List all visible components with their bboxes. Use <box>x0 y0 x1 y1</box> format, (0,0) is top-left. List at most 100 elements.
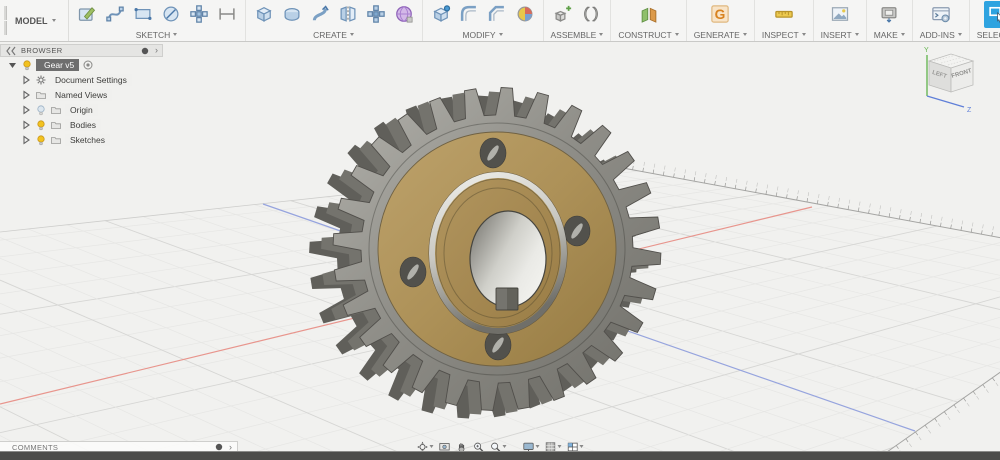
fillet-button[interactable] <box>456 1 482 28</box>
press-pull-icon <box>431 4 451 24</box>
chevron-down-icon <box>52 19 56 22</box>
box-button[interactable] <box>251 1 277 28</box>
expand-panel-icon[interactable]: › <box>155 46 158 55</box>
circle-icon <box>161 4 181 24</box>
browser-item-label: Bodies <box>70 120 96 130</box>
toolbar-group-label-text: CREATE <box>313 30 347 40</box>
insert-image-button[interactable] <box>827 1 853 28</box>
chevron-down-icon <box>499 33 503 36</box>
toolbar-group-label-select[interactable]: SELECT <box>975 28 1000 41</box>
toolbar-group-label-text: ADD-INS <box>920 30 955 40</box>
chevron-down-icon <box>901 33 905 36</box>
viewport[interactable]: BROWSER › Gear v5 Document Settings Named … <box>0 42 1000 451</box>
pattern-icon <box>366 4 386 24</box>
appearance-button[interactable] <box>512 1 538 28</box>
chevron-down-icon <box>802 33 806 36</box>
toolbar-groups: SKETCH CREATE MODIFY ASSEMBLE CONSTRUCT G GENE… <box>69 0 1000 41</box>
generate-button[interactable]: G <box>707 1 733 28</box>
browser-item-chip[interactable]: Gear v5 <box>36 59 79 71</box>
browser-item-origin[interactable]: Origin <box>0 102 260 117</box>
tri-collapsed-icon <box>20 89 32 101</box>
revolve-icon <box>282 4 302 24</box>
add-ins-button[interactable] <box>928 1 954 28</box>
revolve-button[interactable] <box>279 1 305 28</box>
toolbar-group-inspect: INSPECT <box>755 0 814 41</box>
tri-collapsed-icon <box>20 119 32 131</box>
generate-icon: G <box>710 4 730 24</box>
fillet-icon <box>459 4 479 24</box>
browser-item-sketches[interactable]: Sketches <box>0 132 260 147</box>
toolbar-group-label-make[interactable]: MAKE <box>872 28 907 41</box>
svg-text:G: G <box>715 7 726 22</box>
make-print-button[interactable] <box>876 1 902 28</box>
toolbar-group-insert: INSERT <box>814 0 867 41</box>
toolbar-group-label-inspect[interactable]: INSPECT <box>760 28 808 41</box>
browser-item-bodies[interactable]: Bodies <box>0 117 260 132</box>
toolbar-group-label-construct[interactable]: CONSTRUCT <box>616 28 680 41</box>
tri-collapsed-icon <box>20 74 32 86</box>
toolbar-group-create: CREATE <box>246 0 423 41</box>
form-button[interactable] <box>391 1 417 28</box>
browser-panel-title: BROWSER <box>21 46 135 55</box>
z-axis-label: Z <box>967 107 972 114</box>
toolbar-group-label-add-ins[interactable]: ADD-INS <box>918 28 964 41</box>
gear-model[interactable] <box>309 88 661 419</box>
browser-item-gear-v5[interactable]: Gear v5 <box>0 57 260 72</box>
spline-button[interactable] <box>102 1 128 28</box>
browser-item-chip[interactable]: Named Views <box>50 89 112 101</box>
browser-item-label: Document Settings <box>55 75 127 85</box>
browser-item-document-settings[interactable]: Document Settings <box>0 72 260 87</box>
mirror-button[interactable] <box>335 1 361 28</box>
tri-collapsed-icon <box>20 104 32 116</box>
select-button[interactable] <box>984 1 1000 28</box>
top-toolbar: MODEL SKETCH CREATE MODIFY ASSEMBLE CONSTRUC… <box>0 0 1000 42</box>
toolbar-group-label-create[interactable]: CREATE <box>251 28 417 41</box>
display-mode-dot-icon[interactable] <box>139 45 151 57</box>
press-pull-button[interactable] <box>428 1 454 28</box>
browser-header[interactable]: BROWSER › <box>0 44 163 57</box>
toolbar-grip-handle[interactable] <box>0 0 7 41</box>
select-icon <box>987 4 1000 24</box>
toolbar-group-label-assemble[interactable]: ASSEMBLE <box>549 28 606 41</box>
construction-plane-icon <box>639 4 659 24</box>
circle-button[interactable] <box>158 1 184 28</box>
folder-icon <box>50 119 62 131</box>
toolbar-group-assemble: ASSEMBLE <box>544 0 612 41</box>
construction-plane-button[interactable] <box>636 1 662 28</box>
bulb-off-icon <box>35 104 47 116</box>
view-cube[interactable]: Y Z LEFT FRONT <box>914 44 992 116</box>
collapse-panel-icon[interactable] <box>5 45 17 57</box>
new-component-button[interactable] <box>550 1 576 28</box>
toolbar-group-label-text: SKETCH <box>136 30 170 40</box>
browser-panel: BROWSER › Gear v5 Document Settings Named … <box>0 44 260 147</box>
tri-expanded-icon <box>6 59 18 71</box>
dimension-button[interactable] <box>214 1 240 28</box>
gear-icon <box>35 74 47 86</box>
workspace-menu[interactable]: MODEL <box>7 0 69 41</box>
browser-item-chip[interactable]: Bodies <box>65 119 101 131</box>
viewcube-z-axis <box>927 96 964 107</box>
chevron-down-icon <box>958 33 962 36</box>
mirror-icon <box>338 4 358 24</box>
browser-item-chip[interactable]: Sketches <box>65 134 110 146</box>
fusion360-window: MODEL SKETCH CREATE MODIFY ASSEMBLE CONSTRUC… <box>0 0 1000 459</box>
measure-icon <box>774 4 794 24</box>
joint-button[interactable] <box>578 1 604 28</box>
pattern-button[interactable] <box>363 1 389 28</box>
move-button[interactable] <box>186 1 212 28</box>
toolbar-group-label-sketch[interactable]: SKETCH <box>74 28 240 41</box>
toolbar-group-label-modify[interactable]: MODIFY <box>428 28 538 41</box>
create-sketch-button[interactable] <box>74 1 100 28</box>
chamfer-icon <box>487 4 507 24</box>
browser-item-named-views[interactable]: Named Views <box>0 87 260 102</box>
rectangle-button[interactable] <box>130 1 156 28</box>
toolbar-group-sketch: SKETCH <box>69 0 246 41</box>
toolbar-group-label-generate[interactable]: GENERATE <box>692 28 749 41</box>
sweep-button[interactable] <box>307 1 333 28</box>
browser-item-chip[interactable]: Document Settings <box>50 74 132 86</box>
form-icon <box>394 4 414 24</box>
toolbar-group-label-insert[interactable]: INSERT <box>819 28 861 41</box>
browser-item-chip[interactable]: Origin <box>65 104 98 116</box>
chamfer-button[interactable] <box>484 1 510 28</box>
measure-button[interactable] <box>771 1 797 28</box>
